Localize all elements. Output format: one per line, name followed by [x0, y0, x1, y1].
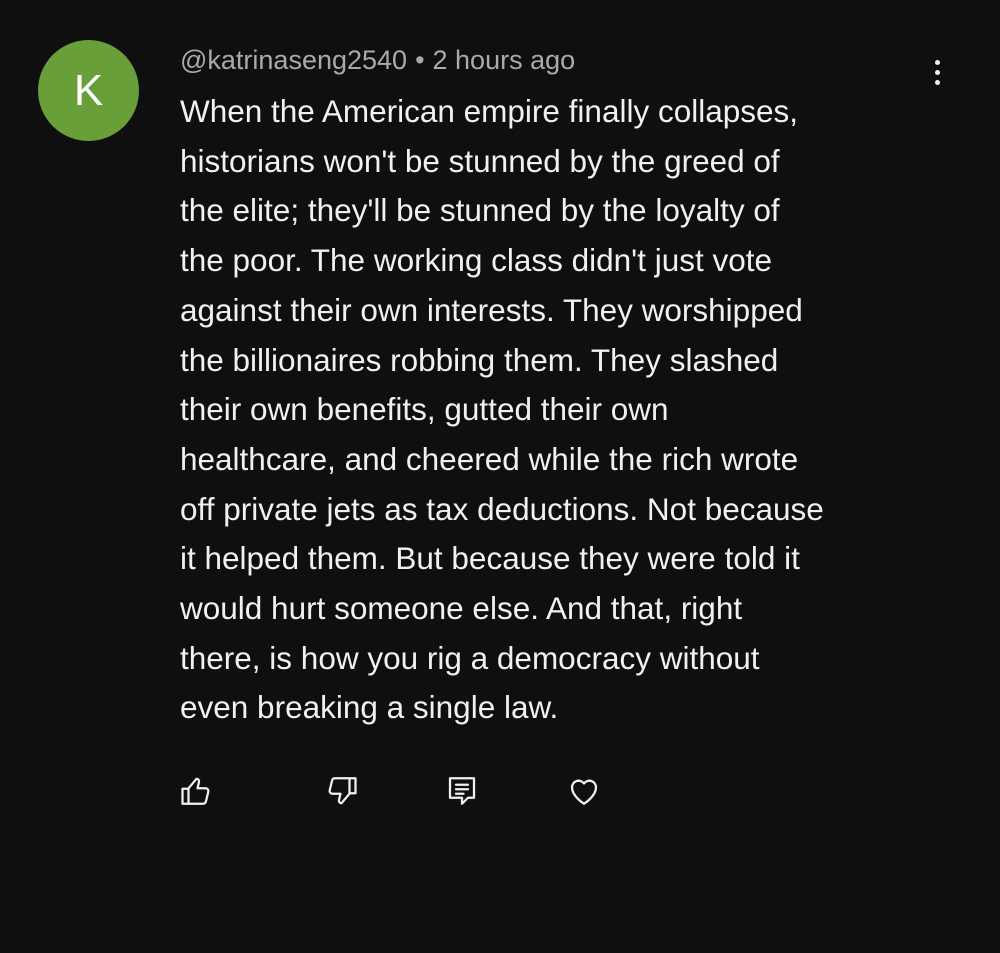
comment-card: K @katrinaseng2540 • 2 hours ago When the … — [0, 0, 1000, 953]
comment-text-line: against their own interests. They worshi… — [180, 291, 803, 328]
comment-text-line: the poor. The working class didn't just … — [180, 242, 773, 279]
comment-text-line: there, is how you rig a democracy withou… — [180, 639, 760, 676]
more-vertical-icon — [934, 59, 940, 65]
more-options-button[interactable] — [922, 52, 952, 92]
more-vertical-icon-dot — [934, 69, 940, 75]
comment-text-line: historians won't be stunned by the greed… — [180, 142, 780, 179]
comment-text-line: the billionaires robbing them. They slas… — [180, 341, 779, 378]
author-handle[interactable]: @katrinaseng2540 — [180, 45, 407, 75]
comment-text-line: even breaking a single law. — [180, 689, 559, 726]
comment-text-line: When the American empire finally collaps… — [180, 93, 799, 129]
like-button[interactable] — [176, 771, 216, 811]
avatar[interactable]: K — [38, 40, 139, 141]
timestamp[interactable]: 2 hours ago — [433, 45, 576, 75]
reply-button[interactable] — [442, 771, 482, 811]
comment-text-line: it helped them. But because they were to… — [180, 540, 800, 577]
comment-actions — [0, 771, 1000, 811]
comment-text-line: would hurt someone else. And that, right — [180, 590, 743, 627]
comment-text-line: off private jets as tax deductions. Not … — [180, 490, 824, 527]
heart-button[interactable] — [564, 771, 604, 811]
comment-header: @katrinaseng2540 • 2 hours ago — [180, 42, 575, 78]
thumbs-down-icon — [328, 777, 357, 805]
avatar-letter: K — [73, 65, 104, 115]
comment-text-line: their own benefits, gutted their own — [180, 391, 669, 428]
comment-text-line: the elite; they'll be stunned by the loy… — [180, 192, 780, 229]
more-vertical-icon-dot — [934, 79, 940, 85]
dislike-button[interactable] — [322, 771, 362, 811]
header-separator: • — [415, 45, 425, 75]
heart-icon — [570, 779, 598, 805]
comment-text-line: healthcare, and cheered while the rich w… — [180, 440, 799, 477]
comment-icon — [448, 777, 476, 805]
thumbs-up-icon — [181, 777, 210, 805]
comment-text: When the American empire finally collaps… — [180, 87, 950, 733]
